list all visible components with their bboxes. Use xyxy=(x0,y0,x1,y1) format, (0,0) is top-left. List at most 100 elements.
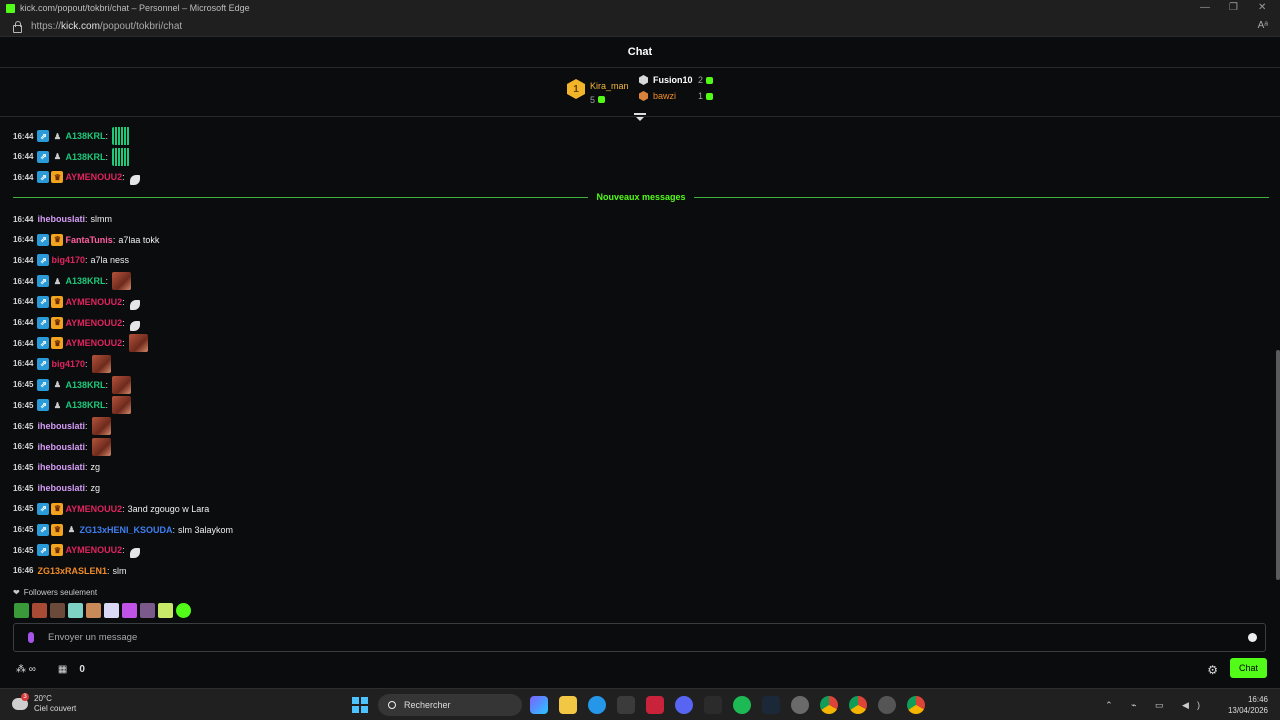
subscriber-badge-icon[interactable]: ⇗ xyxy=(37,544,50,557)
app-icon[interactable] xyxy=(704,696,722,714)
copilot-icon[interactable] xyxy=(530,696,548,714)
user-badge-icon[interactable]: ♟ xyxy=(51,130,63,142)
send-chat-button[interactable]: Chat xyxy=(1230,658,1267,678)
leaderboard-third[interactable]: bawzi 1 xyxy=(639,91,714,101)
emote-face-icon[interactable] xyxy=(128,334,148,353)
message-username[interactable]: AYMENOUU2 xyxy=(65,338,122,348)
message-username[interactable]: ihebouslati xyxy=(37,462,85,472)
emote-face-icon[interactable] xyxy=(32,603,47,618)
message-username[interactable]: ihebouslati xyxy=(37,483,85,493)
emote-face-icon[interactable] xyxy=(91,437,111,456)
read-aloud-icon[interactable]: Aᵃ xyxy=(1258,20,1268,31)
emote-cat-icon[interactable] xyxy=(140,603,155,618)
message-username[interactable]: AYMENOUU2 xyxy=(65,545,122,555)
subscriber-badge-icon[interactable]: ⇗ xyxy=(37,337,50,350)
emote-dots-icon[interactable] xyxy=(112,127,130,145)
user-badge-icon[interactable]: ♟ xyxy=(65,524,77,536)
emote-logo-icon[interactable] xyxy=(104,603,119,618)
message-username[interactable]: ihebouslati xyxy=(37,214,85,224)
user-badge-icon[interactable]: ♟ xyxy=(51,399,63,411)
app-icon[interactable] xyxy=(878,696,896,714)
message-username[interactable]: big4170 xyxy=(51,359,85,369)
message-username[interactable]: A138KRL xyxy=(65,400,105,410)
steam-icon[interactable] xyxy=(762,696,780,714)
subscriber-badge-icon[interactable]: ⇗ xyxy=(37,316,50,329)
taskbar-search[interactable]: Rechercher xyxy=(378,694,522,716)
lock-icon[interactable] xyxy=(12,21,22,33)
emote-face-icon[interactable] xyxy=(91,354,111,373)
spotify-icon[interactable] xyxy=(733,696,751,714)
leaderboard-first[interactable]: 1 Kira_man 5 xyxy=(567,79,629,107)
subscriber-badge-icon[interactable]: ⇗ xyxy=(37,399,50,412)
emote-face-icon[interactable] xyxy=(112,375,131,394)
store-icon[interactable]: ▦ xyxy=(58,664,67,675)
user-badge-icon[interactable]: ♟ xyxy=(51,379,63,391)
chat-input-box[interactable] xyxy=(13,623,1266,652)
emote-feather-icon[interactable] xyxy=(129,299,140,310)
emote-feather-icon[interactable] xyxy=(129,548,140,559)
message-username[interactable]: A138KRL xyxy=(65,276,105,286)
discord-icon[interactable] xyxy=(675,696,693,714)
user-badge-icon[interactable]: ♟ xyxy=(51,275,63,287)
subscriber-badge-icon[interactable]: ⇗ xyxy=(37,171,50,184)
settings-icon[interactable] xyxy=(791,696,809,714)
vip-crown-badge-icon[interactable]: ♛ xyxy=(51,337,64,350)
message-username[interactable]: A138KRL xyxy=(65,152,105,162)
vip-crown-badge-icon[interactable]: ♛ xyxy=(51,502,64,515)
emote-feather-icon[interactable] xyxy=(122,603,137,618)
vip-crown-badge-icon[interactable]: ♛ xyxy=(51,523,64,536)
subscriber-badge-icon[interactable]: ⇗ xyxy=(37,275,50,288)
leaderboard-second[interactable]: Fusion10 2 xyxy=(639,75,714,85)
message-username[interactable]: ZG13xRASLEN1 xyxy=(37,566,107,576)
taskbar-clock[interactable]: 16:46 13/04/2026 xyxy=(1228,694,1268,716)
address-bar[interactable]: https://kick.com/popout/tokbri/chat Aᵃ xyxy=(0,16,1280,37)
minimize-icon[interactable]: — xyxy=(1200,2,1210,13)
weather-widget[interactable]: 20°C Ciel couvert xyxy=(12,693,76,714)
user-badge-icon[interactable]: ♟ xyxy=(51,151,63,163)
message-username[interactable]: big4170 xyxy=(51,255,85,265)
chrome-icon[interactable] xyxy=(820,696,838,714)
emote-alien-icon[interactable] xyxy=(158,603,173,618)
emote-dots-icon[interactable] xyxy=(112,147,130,166)
windows-start-icon[interactable] xyxy=(352,697,368,713)
subscriber-badge-icon[interactable]: ⇗ xyxy=(37,295,50,308)
subscriber-badge-icon[interactable]: ⇗ xyxy=(37,233,50,246)
vip-crown-badge-icon[interactable]: ♛ xyxy=(51,544,64,557)
settings-gear-icon[interactable]: ⚙ xyxy=(1207,663,1218,677)
message-username[interactable]: ihebouslati xyxy=(37,421,85,431)
vip-crown-badge-icon[interactable]: ♛ xyxy=(51,171,64,184)
vip-crown-badge-icon[interactable]: ♛ xyxy=(51,316,64,329)
emote-face-icon[interactable] xyxy=(112,272,131,291)
chrome-icon[interactable] xyxy=(849,696,867,714)
chrome-icon[interactable] xyxy=(907,696,925,714)
message-username[interactable]: ZG13xHENI_KSOUDA xyxy=(79,525,172,535)
subscriber-badge-icon[interactable]: ⇗ xyxy=(37,523,50,536)
message-username[interactable]: A138KRL xyxy=(65,131,105,141)
tray-icons[interactable]: ⌃ ⌁ ▭ ◀) xyxy=(1105,700,1208,711)
subscriber-badge-icon[interactable]: ⇗ xyxy=(37,502,50,515)
message-username[interactable]: AYMENOUU2 xyxy=(65,318,122,328)
emote-feather-icon[interactable] xyxy=(129,320,140,331)
message-username[interactable]: ihebouslati xyxy=(37,442,85,452)
subscriber-badge-icon[interactable]: ⇗ xyxy=(37,150,50,163)
subscriber-badge-icon[interactable]: ⇗ xyxy=(37,254,50,267)
emote-chat-icon[interactable] xyxy=(176,603,191,618)
message-username[interactable]: AYMENOUU2 xyxy=(65,504,122,514)
subscriber-badge-icon[interactable]: ⇗ xyxy=(37,378,50,391)
message-username[interactable]: AYMENOUU2 xyxy=(65,297,122,307)
emote-face-icon[interactable] xyxy=(91,417,111,435)
app-icon[interactable] xyxy=(646,696,664,714)
microphone-icon[interactable] xyxy=(28,632,34,643)
chat-message-input[interactable] xyxy=(48,632,1248,643)
file-explorer-icon[interactable] xyxy=(559,696,577,714)
close-icon[interactable]: ✕ xyxy=(1258,2,1266,13)
message-username[interactable]: AYMENOUU2 xyxy=(65,172,122,182)
chat-messages[interactable]: 16:44 ⇗ ♟ A138KRL:16:44 ⇗ ♟ A138KRL:16:44 ⇗ ♛ AYM… xyxy=(0,124,1276,584)
user-infinity-icon[interactable]: ⁂ ∞ xyxy=(16,664,36,675)
subscriber-badge-icon[interactable]: ⇗ xyxy=(37,357,50,370)
emote-face-icon[interactable] xyxy=(86,603,101,618)
subscriber-badge-icon[interactable]: ⇗ xyxy=(37,130,50,142)
vip-crown-badge-icon[interactable]: ♛ xyxy=(51,233,64,246)
emoji-picker-icon[interactable] xyxy=(1248,633,1257,642)
edge-icon[interactable] xyxy=(588,696,606,714)
